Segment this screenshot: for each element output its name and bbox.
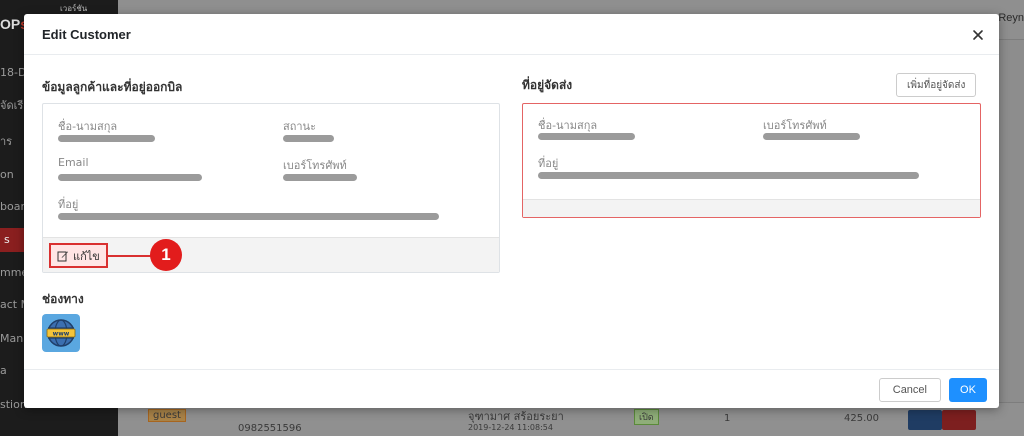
background-user-name: Reyn [998, 12, 1024, 24]
edit-icon [57, 251, 68, 261]
close-button[interactable] [971, 28, 985, 42]
sidebar-item: าร [0, 135, 13, 148]
row-status-badge: เปิด [634, 409, 659, 425]
ok-button[interactable]: OK [949, 378, 987, 402]
shipping-phone-value [763, 133, 860, 140]
add-shipping-address-button[interactable]: เพิ่มที่อยู่จัดส่ง [896, 73, 977, 97]
logo-text: OP [0, 16, 21, 32]
sidebar-item: a [0, 364, 7, 377]
billing-section-title: ข้อมูลลูกค้าและที่อยู่ออกบิล [42, 80, 183, 94]
billing-email-value [58, 174, 202, 181]
row-datetime: 2019-12-24 11:08:54 [468, 423, 553, 432]
callout-badge: 1 [150, 239, 182, 271]
edit-billing-button[interactable]: แก้ไข [49, 243, 108, 268]
www-label: www [53, 331, 70, 338]
billing-status-value [283, 135, 334, 142]
shipping-name-value [538, 133, 635, 140]
billing-name-label: ชื่อ-นามสกุล [58, 120, 118, 133]
billing-phone-label: เบอร์โทรศัพท์ [283, 159, 347, 172]
shipping-name-label: ชื่อ-นามสกุล [538, 119, 598, 132]
shipping-card-footer [523, 199, 980, 217]
row-history-button [908, 410, 942, 430]
billing-card: ชื่อ-นามสกุล สถานะ Email เบอร์โทรศัพท์ ท… [42, 103, 500, 273]
channel-section-title: ช่องทาง [42, 292, 84, 306]
sidebar-item: 18-D [0, 66, 27, 79]
row-amount: 425.00 [844, 413, 879, 424]
sidebar-item: on [0, 168, 14, 181]
edit-button-label: แก้ไข [73, 249, 100, 263]
modal-title: Edit Customer [42, 27, 131, 42]
modal-header: Edit Customer [24, 14, 999, 55]
billing-address-value [58, 213, 439, 220]
callout-line [106, 255, 154, 257]
cancel-button[interactable]: Cancel [878, 378, 941, 402]
billing-status-label: สถานะ [283, 120, 316, 133]
row-qty: 1 [724, 413, 731, 424]
shipping-address-label: ที่อยู่ [538, 157, 559, 170]
sidebar-item: stion [0, 398, 27, 411]
website-channel-icon[interactable]: www [42, 314, 80, 352]
billing-email-label: Email [58, 156, 89, 169]
globe-icon: www [46, 319, 76, 347]
guest-badge: guest [148, 409, 186, 422]
modal-footer: Cancel OK [24, 369, 999, 408]
shipping-phone-label: เบอร์โทรศัพท์ [763, 119, 827, 132]
billing-name-value [58, 135, 155, 142]
billing-phone-value [283, 174, 357, 181]
shipping-section-title: ที่อยู่จัดส่ง [522, 78, 573, 92]
close-icon [973, 30, 983, 40]
edit-customer-modal: Edit Customer ข้อมูลลูกค้าและที่อยู่ออกบ… [24, 14, 999, 408]
row-edit-button [942, 410, 976, 430]
shipping-card: ชื่อ-นามสกุล เบอร์โทรศัพท์ ที่อยู่ [522, 103, 981, 218]
shipping-address-value [538, 172, 919, 179]
row-phone: 0982551596 [238, 423, 302, 434]
billing-address-label: ที่อยู่ [58, 198, 79, 211]
